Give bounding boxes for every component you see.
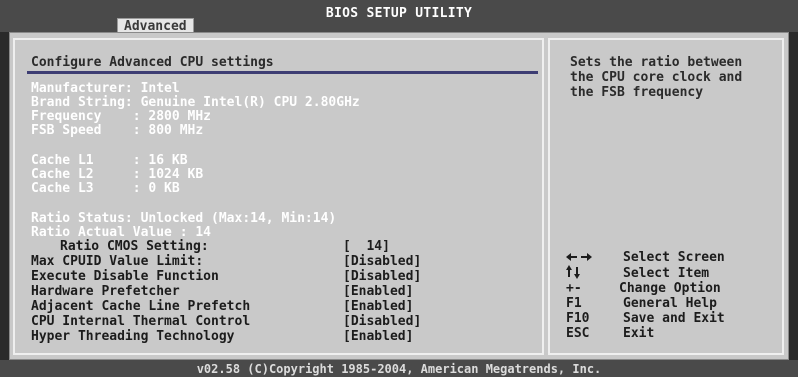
- key-desc-change-option: Change Option: [619, 281, 721, 296]
- setting-thermal-control-value[interactable]: [Disabled]: [343, 314, 421, 329]
- info-brand-string: Brand String: Genuine Intel(R) CPU 2.80G…: [31, 95, 360, 110]
- key-desc-select-screen: Select Screen: [623, 250, 725, 265]
- key-desc-save-exit: Save and Exit: [623, 311, 725, 326]
- section-title: Configure Advanced CPU settings: [31, 55, 274, 70]
- info-manufacturer: Manufacturer: Intel: [31, 81, 180, 96]
- setting-hyper-threading-value[interactable]: [Enabled]: [343, 329, 413, 344]
- info-fsb-speed: FSB Speed : 800 MHz: [31, 123, 204, 138]
- info-cache-l1: Cache L1 : 16 KB: [31, 153, 188, 168]
- key-plus-minus: +-: [566, 281, 582, 296]
- key-f10: F10: [566, 311, 590, 326]
- info-frequency: Frequency : 2800 MHz: [31, 109, 212, 124]
- setting-ratio-cmos-value[interactable]: [ 14]: [343, 239, 390, 254]
- setting-execute-disable-value[interactable]: [Disabled]: [343, 269, 421, 284]
- setting-hw-prefetcher-label[interactable]: Hardware Prefetcher: [31, 284, 180, 299]
- setting-execute-disable-label[interactable]: Execute Disable Function: [31, 269, 219, 284]
- setting-hw-prefetcher-value[interactable]: [Enabled]: [343, 284, 413, 299]
- info-cache-l2: Cache L2 : 1024 KB: [31, 167, 204, 182]
- setting-max-cpuid-label[interactable]: Max CPUID Value Limit:: [31, 254, 203, 269]
- left-right-arrows-icon: [566, 253, 592, 261]
- setting-hyper-threading-label[interactable]: Hyper Threading Technology: [31, 329, 235, 344]
- key-desc-exit: Exit: [623, 326, 655, 341]
- key-f1: F1: [566, 296, 582, 311]
- copyright-text: v02.58 (C)Copyright 1985-2004, American …: [196, 362, 602, 376]
- info-cache-l3: Cache L3 : 0 KB: [31, 181, 180, 196]
- key-desc-select-item: Select Item: [623, 266, 710, 281]
- key-desc-general-help: General Help: [623, 296, 717, 311]
- key-esc: ESC: [566, 326, 590, 341]
- section-title-underline: [27, 71, 538, 74]
- help-text: Sets the ratio between the CPU core cloc…: [570, 55, 743, 100]
- info-ratio-actual: Ratio Actual Value : 14: [31, 225, 212, 240]
- setting-adjacent-cache-label[interactable]: Adjacent Cache Line Prefetch: [31, 299, 250, 314]
- setting-ratio-cmos-label[interactable]: Ratio CMOS Setting:: [60, 239, 209, 254]
- setting-max-cpuid-value[interactable]: [Disabled]: [343, 254, 421, 269]
- up-down-arrows-icon: [566, 265, 580, 279]
- info-ratio-status: Ratio Status: Unlocked (Max:14, Min:14): [31, 211, 337, 226]
- setting-adjacent-cache-value[interactable]: [Enabled]: [343, 299, 413, 314]
- setting-thermal-control-label[interactable]: CPU Internal Thermal Control: [31, 314, 250, 329]
